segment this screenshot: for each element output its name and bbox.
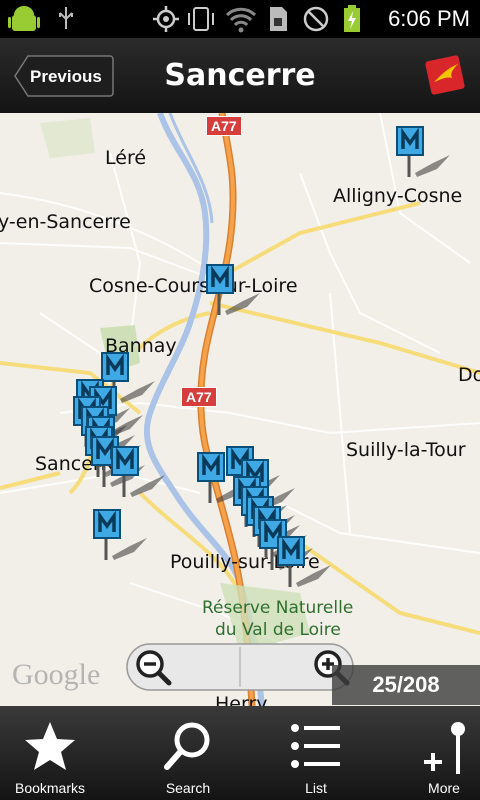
place-marker[interactable] — [395, 125, 455, 185]
place-label: Do — [458, 364, 480, 386]
place-label: Alligny-Cosne — [333, 185, 463, 207]
vibrate-icon — [188, 7, 214, 31]
search-button[interactable]: Search — [138, 706, 238, 800]
result-counter: 25/208 — [332, 665, 480, 705]
bookmarks-button[interactable]: Bookmarks — [0, 706, 100, 800]
bookmarks-label: Bookmarks — [14, 780, 86, 796]
title-bar: Previous Sancerre — [0, 38, 480, 113]
zoom-out-icon[interactable] — [134, 648, 174, 688]
road-badge-a77: A77 — [181, 387, 217, 407]
wifi-icon — [225, 7, 257, 33]
place-label: Herry — [215, 693, 268, 706]
list-label: List — [305, 780, 327, 796]
place-label: Léré — [105, 147, 147, 169]
place-marker[interactable] — [92, 508, 152, 568]
more-icon — [424, 722, 465, 774]
bottom-toolbar: Bookmarks Search List More — [0, 706, 480, 800]
page-title: Sancerre — [164, 58, 316, 93]
place-label: y-en-Sancerre — [0, 211, 131, 233]
search-label: Search — [165, 780, 211, 796]
place-marker[interactable] — [276, 535, 336, 595]
place-label: Cosne-Cours-sur-Loire — [89, 275, 298, 297]
usb-icon — [59, 7, 73, 29]
place-marker[interactable] — [205, 263, 265, 323]
place-label: Réserve Naturelle — [202, 598, 354, 618]
place-marker[interactable] — [110, 445, 170, 505]
road-badge-a77: A77 — [206, 116, 242, 136]
map-view[interactable]: A77 A77 Léré y-en-Sancerre Alligny-Cosne… — [0, 113, 480, 706]
clock: 6:06 PM — [388, 6, 470, 31]
more-label: More — [428, 780, 460, 796]
no-signal-icon — [303, 6, 329, 32]
status-bar: 6:06 PM — [0, 0, 480, 38]
place-label: du Val de Loire — [215, 620, 341, 640]
list-icon — [291, 724, 340, 768]
star-icon — [25, 722, 75, 770]
android-icon — [8, 6, 40, 31]
sim-icon — [270, 7, 287, 31]
gps-icon — [153, 6, 179, 32]
more-button[interactable]: More — [394, 706, 480, 800]
list-button[interactable]: List — [266, 706, 366, 800]
place-label: Suilly-la-Tour — [346, 439, 466, 461]
battery-charging-icon — [344, 5, 360, 32]
app-logo-icon[interactable] — [422, 52, 468, 98]
google-attribution: Google — [12, 658, 101, 691]
search-icon — [164, 722, 210, 770]
